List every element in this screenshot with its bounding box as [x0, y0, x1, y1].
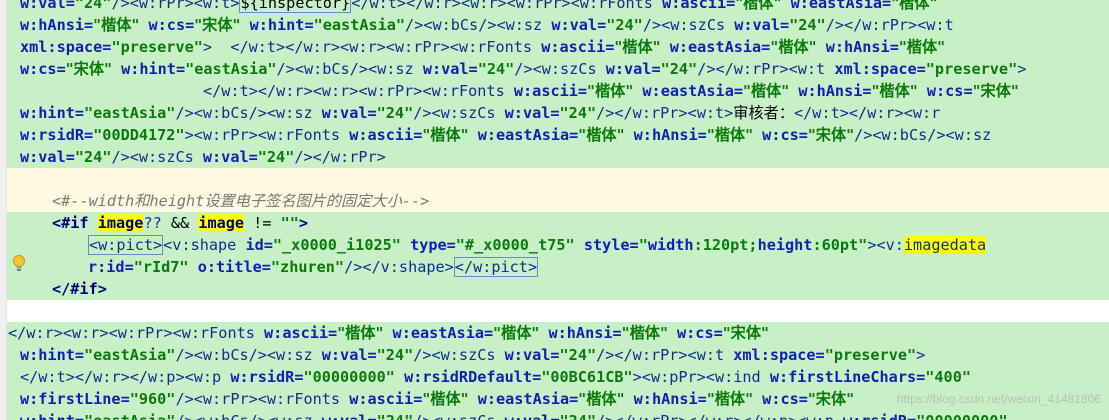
code-line-17[interactable]: w:hint="eastAsia"/><w:bCs/><w:sz w:val="… [20, 344, 925, 366]
code-line-comment[interactable]: <#--width和height设置电子签名图片的固定大小--> [52, 190, 429, 212]
code-line-if[interactable]: <#if image?? && image != ""> [52, 212, 308, 234]
code-line-6[interactable]: w:hint="eastAsia"/><w:bCs/><w:sz w:val="… [20, 102, 940, 124]
code-line-20[interactable]: w:hint="eastAsia"/><w:bCs/><w:sz w:val="… [20, 410, 1008, 420]
code-line-18[interactable]: </w:t></w:r></w:p><w:p w:rsidR="00000000… [20, 366, 971, 388]
code-line-endif[interactable]: </#if> [52, 278, 107, 300]
watermark: https://blog.csdn.net/weixin_41481806 [896, 392, 1101, 406]
code-line-4[interactable]: w:cs="宋体" w:hint="eastAsia"/><w:bCs/><w:… [20, 58, 1026, 80]
editor-gutter [0, 0, 7, 420]
lightbulb-icon[interactable] [10, 254, 28, 274]
code-line-16[interactable]: </w:r><w:r><w:rPr><w:rFonts w:ascii="楷体"… [8, 322, 769, 344]
code-line-8[interactable]: w:val="24"/><w:szCs w:val="24"/></w:rPr> [20, 146, 386, 168]
code-line-7[interactable]: w:rsidR="00DD4172"><w:rPr><w:rFonts w:as… [20, 124, 991, 146]
code-editor[interactable]: w:val="24"/><w:rPr><w:t>${inspector}</w:… [0, 0, 1109, 420]
code-line-5[interactable]: </w:t></w:r><w:r><w:rPr><w:rFonts w:asci… [203, 80, 1019, 102]
code-line-2[interactable]: w:hAnsi="楷体" w:cs="宋体" w:hint="eastAsia"… [20, 14, 954, 36]
code-line-pict[interactable]: <w:pict><v:shape id="_x0000_i1025" type=… [88, 234, 987, 256]
code-line-shape-end[interactable]: r:id="rId7" o:title="zhuren"/></v:shape>… [88, 256, 539, 278]
code-line-1[interactable]: w:val="24"/><w:rPr><w:t>${inspector}</w:… [20, 0, 937, 14]
code-line-3[interactable]: xml:space="preserve"> </w:t></w:r><w:r><… [20, 36, 945, 58]
code-line-19[interactable]: w:firstLine="960"/><w:rPr><w:rFonts w:as… [20, 388, 854, 410]
